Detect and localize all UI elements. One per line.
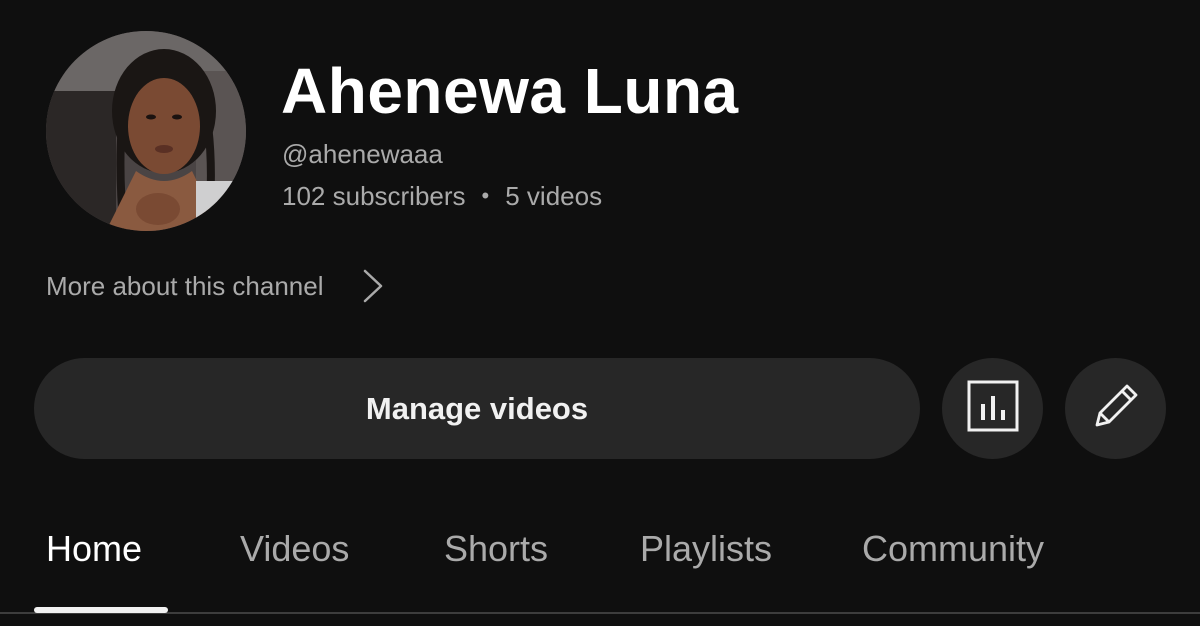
manage-videos-button[interactable]: Manage videos [34,358,920,459]
stats-separator: • [481,183,490,208]
manage-videos-label: Manage videos [365,390,589,426]
tab-videos[interactable]: Videos [240,528,349,570]
tab-community[interactable]: Community [862,528,1044,570]
video-count: 5 videos [505,181,603,211]
analytics-icon [967,380,1019,437]
active-tab-indicator [34,607,168,613]
channel-stats: 102 subscribers • 5 videos [282,179,602,213]
subscriber-count: 102 subscribers [282,181,466,211]
channel-avatar[interactable] [46,31,246,231]
channel-name: Ahenewa Luna [281,55,739,127]
channel-handle: @ahenewaaa [282,139,443,169]
more-about-channel-link[interactable]: More about this channel [46,264,386,308]
tab-home[interactable]: Home [46,528,142,570]
edit-channel-button[interactable] [1065,358,1166,459]
pencil-icon [1089,379,1143,438]
tab-shorts[interactable]: Shorts [444,528,548,570]
chevron-right-icon [360,266,386,306]
channel-tabs: Home Videos Shorts Playlists Community [0,510,1200,626]
analytics-button[interactable] [942,358,1043,459]
avatar-photo [46,31,246,231]
tab-playlists[interactable]: Playlists [640,528,772,570]
tabs-divider [0,612,1200,614]
more-about-label: More about this channel [46,270,324,301]
